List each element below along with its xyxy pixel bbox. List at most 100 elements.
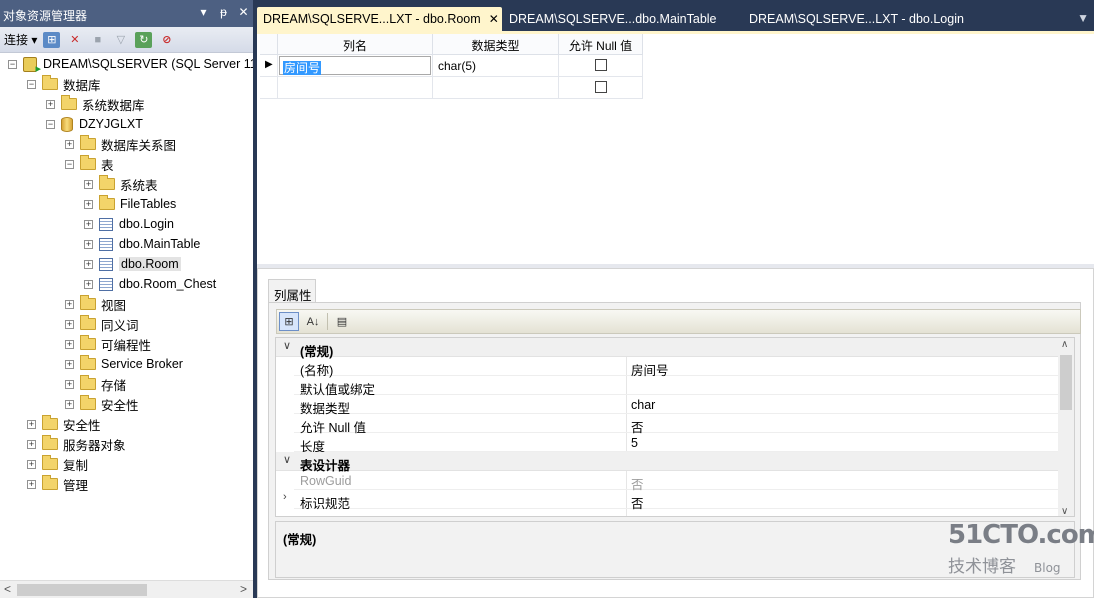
scrollbar-thumb[interactable] — [17, 584, 147, 596]
tree-node[interactable]: + 系统表 — [84, 174, 158, 194]
tree-node[interactable]: + 安全性 — [27, 414, 101, 434]
column-name-cell[interactable]: 房间号 — [278, 55, 433, 77]
allow-null-checkbox[interactable] — [595, 81, 607, 93]
expand-icon[interactable]: + — [27, 439, 36, 449]
property-row[interactable]: 数据类型 char — [276, 395, 1066, 416]
property-value[interactable]: 5 — [631, 436, 638, 450]
row-selector[interactable]: ▶ — [260, 55, 278, 77]
tree-node[interactable]: + dbo.Room_Chest — [84, 274, 216, 294]
expand-icon[interactable]: + — [84, 199, 93, 209]
collapse-icon[interactable]: − — [65, 159, 74, 169]
expand-icon[interactable]: + — [84, 179, 93, 189]
tree-node[interactable]: + 视图 — [65, 294, 126, 314]
tree-node[interactable]: + 同义词 — [65, 314, 139, 334]
pin-icon[interactable]: ᵽ — [218, 5, 229, 19]
tree-node[interactable]: + 复制 — [27, 454, 88, 474]
scroll-up-icon[interactable]: ∧ — [1061, 339, 1068, 350]
row-selector[interactable] — [260, 77, 278, 99]
tree-node[interactable]: + 安全性 — [65, 394, 139, 414]
expand-icon[interactable]: + — [46, 99, 55, 109]
scroll-right-icon[interactable]: > — [240, 582, 247, 596]
expand-icon[interactable]: + — [84, 259, 93, 269]
expand-icon[interactable]: + — [84, 239, 93, 249]
vertical-scrollbar[interactable]: ∧ ∨ — [1058, 338, 1074, 516]
dropdown-icon[interactable]: ▾ — [198, 5, 209, 19]
expand-icon[interactable]: + — [65, 339, 74, 349]
expand-icon[interactable]: + — [65, 399, 74, 409]
collapse-chevron-icon[interactable]: ∨ — [283, 339, 291, 352]
allow-null-cell[interactable] — [559, 55, 643, 77]
property-value[interactable]: 否 — [631, 512, 644, 516]
tree-node[interactable]: + 存储 — [65, 374, 126, 394]
tree-node[interactable]: − 表 — [65, 154, 114, 174]
close-icon[interactable]: ✕ — [238, 5, 249, 19]
data-type-cell[interactable]: char(5) — [433, 55, 559, 77]
disconnect-icon[interactable]: ✕ — [66, 32, 83, 48]
column-name-cell[interactable] — [278, 77, 433, 99]
connect-button[interactable]: 连接 ▾ — [4, 31, 37, 48]
column-header-name[interactable]: 列名 — [278, 34, 433, 55]
property-value[interactable]: char — [631, 398, 655, 412]
tree-node[interactable]: + 数据库关系图 — [65, 134, 176, 154]
expand-icon[interactable]: + — [65, 139, 74, 149]
tab-list-dropdown-icon[interactable]: ▼ — [1077, 11, 1089, 25]
tree-node[interactable]: + Service Broker — [65, 354, 183, 374]
refresh-icon[interactable]: ↻ — [135, 31, 153, 48]
tab-dbo-maintable[interactable]: DREAM\SQLSERVE...dbo.MainTable — [503, 7, 722, 31]
property-pages-icon[interactable]: ▤ — [332, 312, 352, 331]
categorized-icon[interactable]: ⊞ — [279, 312, 299, 331]
tree-node[interactable]: + dbo.Room — [84, 254, 181, 274]
property-row[interactable]: 默认值或绑定 — [276, 376, 1066, 397]
filter-icon[interactable]: ▽ — [112, 32, 129, 48]
expand-icon[interactable]: + — [27, 419, 36, 429]
property-category[interactable]: ∨ (常规) — [276, 338, 1066, 359]
connect-icon[interactable]: ⊞ — [43, 31, 61, 48]
tree-node[interactable]: − 数据库 — [27, 74, 101, 94]
sort-alphabetical-icon[interactable]: A↓ — [303, 312, 323, 331]
property-row[interactable]: 不用于复制 否 — [276, 509, 1066, 516]
column-header-allow-null[interactable]: 允许 Null 值 — [559, 34, 643, 55]
expand-icon[interactable]: + — [84, 279, 93, 289]
expand-icon[interactable]: + — [84, 219, 93, 229]
property-row[interactable]: › 标识规范否 — [276, 490, 1066, 511]
property-row[interactable]: 长度 5 — [276, 433, 1066, 454]
expand-icon[interactable]: + — [65, 299, 74, 309]
tree-node[interactable]: + FileTables — [84, 194, 176, 214]
expand-icon[interactable]: + — [65, 359, 74, 369]
tree-node[interactable]: + 管理 — [27, 474, 88, 494]
tree-node[interactable]: + 系统数据库 — [46, 94, 145, 114]
tree-node[interactable]: + 可编程性 — [65, 334, 151, 354]
tree-node[interactable]: + dbo.Login — [84, 214, 174, 234]
column-header-datatype[interactable]: 数据类型 — [433, 34, 559, 55]
tree-node[interactable]: + 服务器对象 — [27, 434, 126, 454]
property-category[interactable]: ∨ 表设计器 — [276, 452, 1066, 473]
stop-icon[interactable]: ■ — [89, 32, 106, 48]
activity-monitor-icon[interactable]: ⊘ — [158, 32, 175, 48]
tab-column-properties[interactable]: 列属性 — [268, 279, 316, 303]
expand-chevron-icon[interactable]: › — [283, 491, 287, 503]
tab-dbo-login[interactable]: DREAM\SQLSERVE...LXT - dbo.Login — [743, 7, 969, 31]
collapse-icon[interactable]: − — [8, 59, 17, 69]
collapse-icon[interactable]: − — [46, 119, 55, 129]
close-tab-icon[interactable]: ✕ — [489, 12, 499, 26]
property-row[interactable]: RowGuid 否 — [276, 471, 1066, 492]
tree-node[interactable]: + dbo.MainTable — [84, 234, 200, 254]
tree-node[interactable]: − DZYJGLXT — [46, 114, 143, 134]
tab-dbo-room[interactable]: DREAM\SQLSERVE...LXT - dbo.Room ✕ — [257, 7, 502, 31]
horizontal-scrollbar[interactable]: < > — [0, 580, 253, 598]
allow-null-cell[interactable] — [559, 77, 643, 99]
collapse-chevron-icon[interactable]: ∨ — [283, 453, 291, 466]
data-type-cell[interactable] — [433, 77, 559, 99]
allow-null-checkbox[interactable] — [595, 59, 607, 71]
scroll-down-icon[interactable]: ∨ — [1061, 506, 1068, 516]
expand-icon[interactable]: + — [27, 479, 36, 489]
expand-icon[interactable]: + — [65, 379, 74, 389]
expand-icon[interactable]: + — [27, 459, 36, 469]
column-name-input[interactable]: 房间号 — [279, 56, 431, 75]
collapse-icon[interactable]: − — [27, 79, 36, 89]
scroll-left-icon[interactable]: < — [4, 582, 11, 596]
property-row[interactable]: 允许 Null 值否 — [276, 414, 1066, 435]
tree-node[interactable]: − DREAM\SQLSERVER (SQL Server 11 — [8, 54, 253, 75]
expand-icon[interactable]: + — [65, 319, 74, 329]
scrollbar-thumb[interactable] — [1060, 355, 1072, 410]
